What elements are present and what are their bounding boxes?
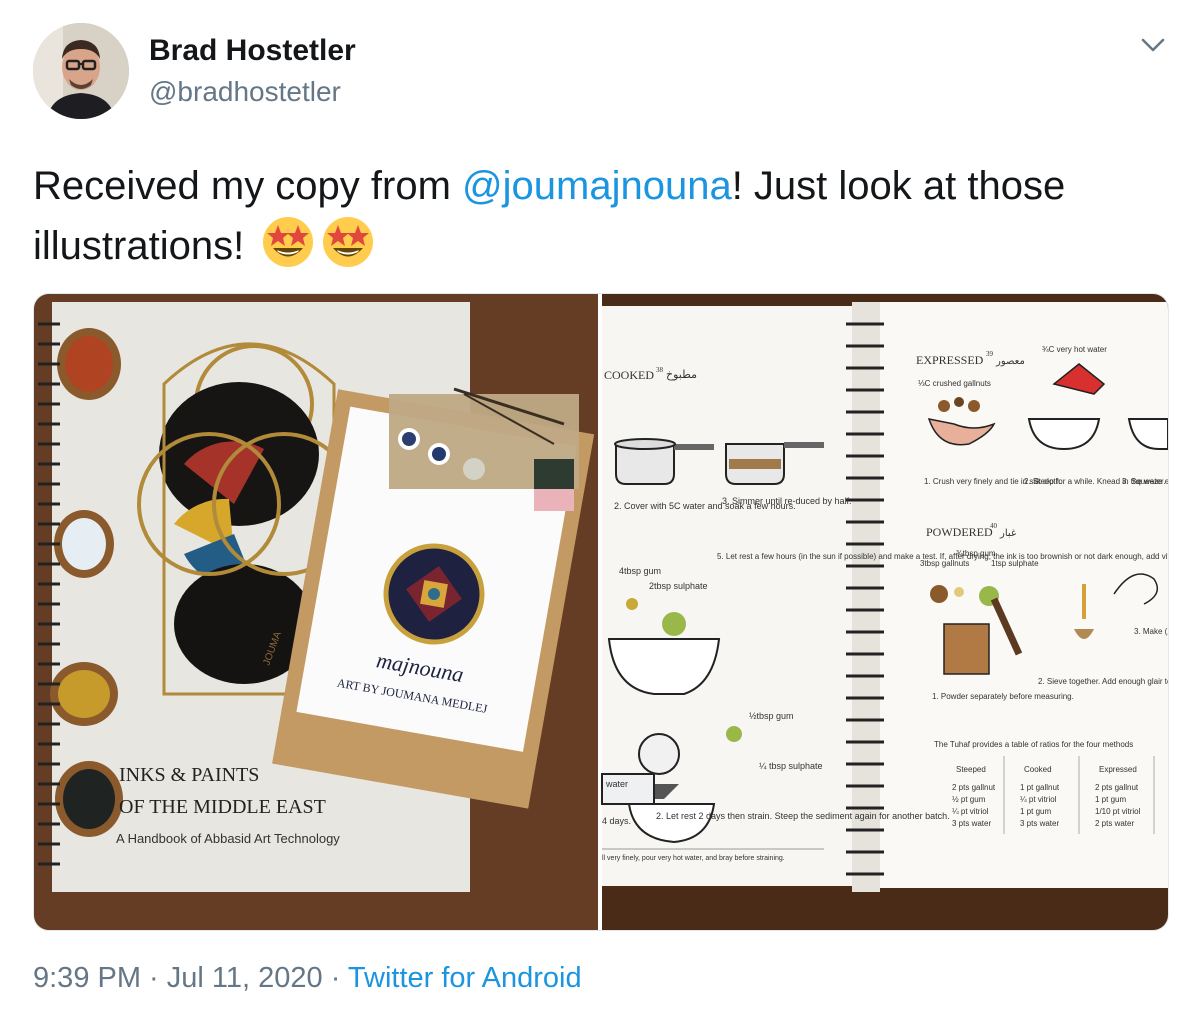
table-header: Steeped [956, 765, 986, 774]
squeeze-step-text: 3. Squeeze extract and [1122, 477, 1168, 486]
step-3-text: 3. Simmer until re-duced by half. [722, 496, 852, 506]
powdered-sup: 40 [990, 522, 998, 530]
gum-half-label: ½tbsp gum [749, 711, 794, 721]
ingredient-gallnuts: 3tbsp gallnuts [920, 559, 969, 568]
tweet-text-before: Received my copy from [33, 164, 463, 208]
table-cell: ¼ pt vitriol [952, 807, 989, 816]
expressed-arabic: معصور [995, 356, 1025, 367]
table-cell: 2 pts gallnut [1095, 783, 1139, 792]
table-cell: ¼ pt vitriol [1020, 795, 1057, 804]
ingredient-sulphate: 1tsp sulphate [991, 559, 1039, 568]
footer-note: ll very finely, pour very hot water, and… [602, 855, 785, 862]
table-cell: 1/10 pt vitriol [1095, 807, 1141, 816]
table-cell: 1 pt gum [1020, 807, 1051, 816]
table-cell: 2 pts gallnut [952, 783, 996, 792]
table-header: Expressed [1099, 765, 1137, 774]
powdered-arabic: غبار [999, 528, 1016, 539]
avatar-photo [33, 23, 129, 119]
avatar[interactable] [33, 23, 129, 119]
gum-4tbsp-label: 4tbsp gum [619, 566, 661, 576]
book-title-line-1: INKS & PAINTS [119, 764, 259, 786]
table-cell: 1 pt gallnut [1020, 783, 1060, 792]
user-handle[interactable]: @bradhostetler [149, 76, 341, 108]
tweet-date[interactable]: Jul 11, 2020 [167, 962, 323, 994]
user-display-name[interactable]: Brad Hostetler [149, 34, 356, 68]
cooked-heading: COOKED [604, 368, 654, 382]
table-cell: ½ pt gum [952, 795, 986, 804]
crushed-gallnuts-label: ⅓C crushed gallnuts [918, 379, 991, 388]
tweet-source-link[interactable]: Twitter for Android [348, 962, 582, 994]
meta-separator: · [141, 962, 167, 994]
left-photo: INKS & PAINTS OF THE MIDDLE EAST A Handb… [34, 294, 598, 930]
expressed-sup: 39 [986, 350, 994, 358]
make-step-text: 3. Make (بنادق) Store i contai soak i st… [1134, 627, 1168, 636]
hot-water-label: ¾C very hot water [1042, 345, 1107, 354]
mention-link[interactable]: @joumajnouna [462, 164, 732, 208]
star-struck-emoji-icon [321, 215, 375, 285]
book-title-line-2: OF THE MIDDLE EAST [119, 796, 326, 818]
sulphate-quarter-label: ¼ tbsp sulphate [759, 761, 823, 771]
powder-step-text: 1. Powder separately before measuring. [932, 692, 1074, 701]
table-header: Cooked [1024, 765, 1052, 774]
book-subtitle: A Handbook of Abbasid Art Technology [116, 831, 340, 846]
sulphate-2tbsp-label: 2tbsp sulphate [649, 581, 708, 591]
water-label: water [605, 779, 628, 789]
tuhaf-caption: The Tuhaf provides a table of ratios for… [934, 740, 1133, 749]
table-cell: 3 pts water [952, 819, 991, 828]
expressed-heading: EXPRESSED [916, 353, 984, 367]
tweet-media[interactable]: INKS & PAINTS OF THE MIDDLE EAST A Handb… [33, 293, 1169, 931]
more-options-button[interactable] [1138, 34, 1168, 56]
media-photos: INKS & PAINTS OF THE MIDDLE EAST A Handb… [34, 294, 1168, 930]
meta-separator: · [322, 962, 348, 994]
tweet-time[interactable]: 9:39 PM [33, 962, 141, 994]
days-label: 4 days. [602, 816, 631, 826]
chevron-down-icon [1141, 38, 1165, 52]
cooked-sup: 38 [656, 366, 664, 374]
table-cell: 3 pts water [1020, 819, 1059, 828]
tweet-text: Received my copy from @joumajnouna! Just… [33, 158, 1173, 285]
ingredient-gum: ¾tbsp gum [956, 549, 996, 558]
table-cell: 2 pts water [1095, 819, 1134, 828]
right-photo: COOKED 38 مطبوخ 2. Cover with 5C water a… [601, 294, 1168, 930]
table-cell: 1 pt gum [1095, 795, 1126, 804]
rest-step-text: 2. Let rest 2 days then strain. Steep th… [656, 811, 950, 821]
tweet-meta: 9:39 PM · Jul 11, 2020 · Twitter for And… [33, 962, 582, 995]
star-struck-emoji-icon [261, 215, 315, 285]
cooked-arabic: مطبوخ [666, 368, 697, 381]
powdered-heading: POWDERED [926, 525, 993, 539]
sieve-step-text: 2. Sieve together. Add enough glair to m… [1038, 677, 1168, 686]
